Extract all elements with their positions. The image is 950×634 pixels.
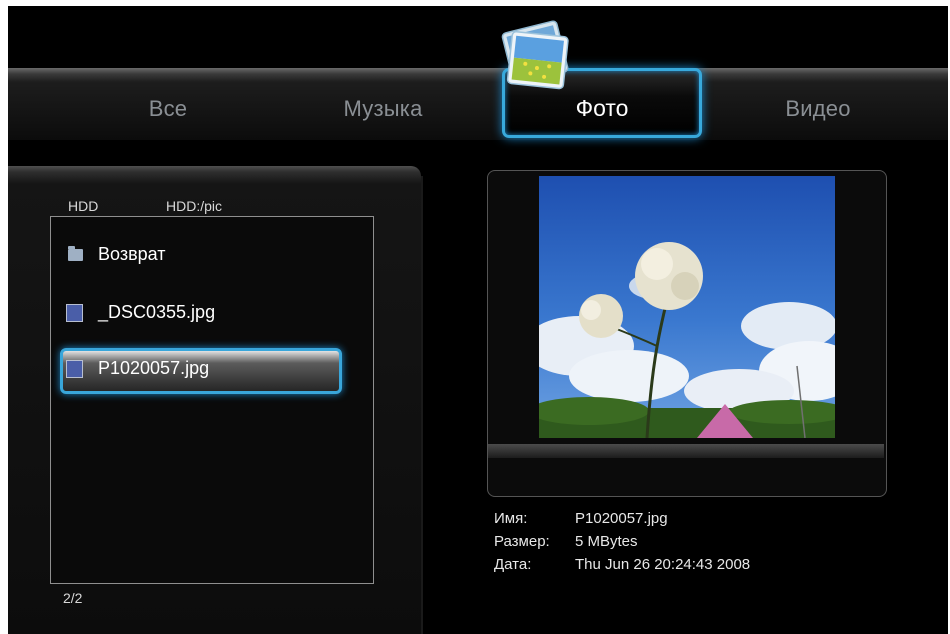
list-item-p1020057[interactable]: P1020057.jpg (64, 356, 364, 384)
image-file-icon (66, 360, 83, 378)
tab-photo-label: Фото (575, 95, 629, 121)
preview-caption-bar (488, 444, 884, 458)
media-player-screen: Все Музыка Видео Фото HDD HDD:/pic Возвр… (8, 6, 948, 634)
breadcrumb-device[interactable]: HDD (68, 198, 98, 214)
date-value: Thu Jun 26 20:24:43 2008 (575, 556, 751, 573)
name-label: Имя: (494, 510, 528, 527)
name-value: P1020057.jpg (575, 510, 668, 527)
list-item-label: P1020057.jpg (98, 358, 210, 378)
photo-preview (539, 176, 835, 438)
size-label: Размер: (494, 533, 550, 550)
tab-music[interactable]: Музыка (293, 96, 473, 122)
file-list[interactable] (50, 216, 374, 584)
size-value: 5 MBytes (575, 533, 638, 550)
date-label: Дата: (494, 556, 532, 573)
list-item-back[interactable]: Возврат (64, 242, 364, 270)
list-item-label: _DSC0355.jpg (98, 302, 216, 322)
breadcrumb-path: HDD:/pic (166, 198, 223, 214)
tab-all[interactable]: Все (78, 96, 258, 122)
image-file-icon (66, 304, 83, 322)
folder-icon (68, 246, 83, 261)
page-counter: 2/2 (63, 590, 83, 606)
tab-video[interactable]: Видео (728, 96, 908, 122)
list-item-label: Возврат (98, 244, 166, 264)
panel-divider (421, 176, 423, 634)
photo-icon (501, 20, 569, 90)
list-item-dsc0355[interactable]: _DSC0355.jpg (64, 300, 364, 328)
